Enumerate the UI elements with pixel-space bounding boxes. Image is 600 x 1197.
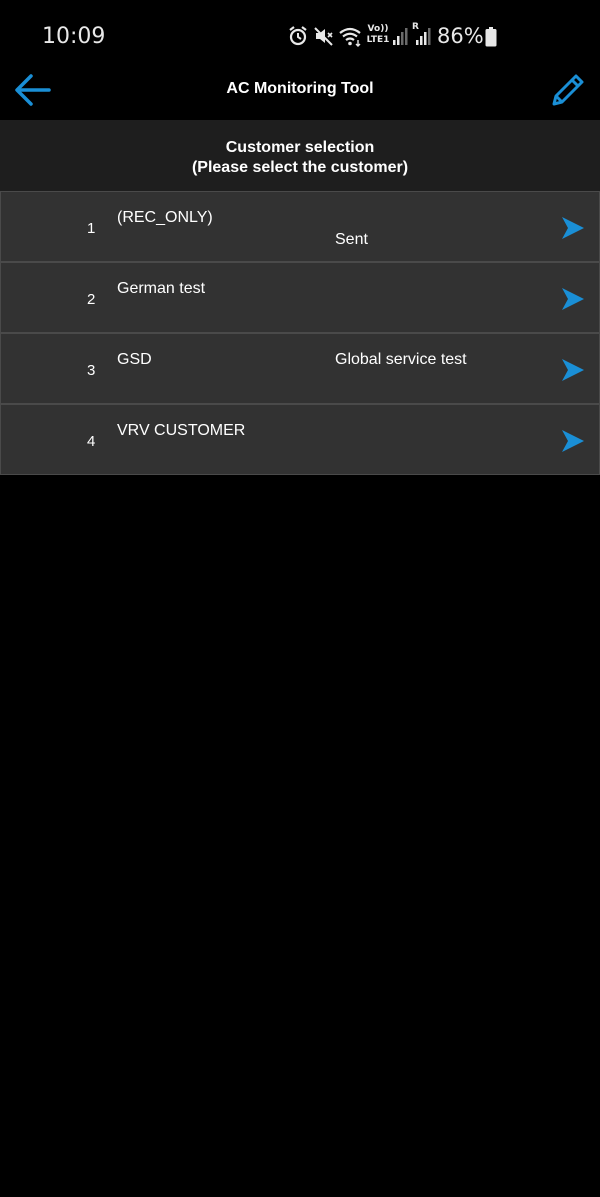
pencil-icon: [552, 74, 584, 106]
header-title: Customer selection: [225, 139, 375, 156]
section-header: Customer selection (Please select the cu…: [0, 120, 600, 191]
alarm-icon: [289, 26, 307, 46]
customer-index: 4: [87, 433, 96, 450]
app-bar: AC Monitoring Tool: [0, 60, 600, 120]
customer-index: 3: [87, 362, 96, 379]
volte-icon: Vo)) LTE1: [366, 24, 390, 45]
mute-icon: [314, 27, 333, 46]
battery-percentage: 86%: [437, 24, 484, 48]
roaming-signal-icon: [416, 28, 431, 45]
customer-index: 2: [87, 291, 96, 308]
customer-name: German test: [117, 280, 206, 297]
signal-icon: [393, 28, 408, 45]
customer-status: Sent: [335, 231, 368, 248]
customer-list: 1 (REC_ONLY) Sent 2 German test 3 GSD Gl…: [0, 191, 600, 475]
customer-name: (REC_ONLY): [117, 209, 213, 226]
battery-icon: [485, 27, 497, 47]
edit-button[interactable]: [546, 68, 590, 112]
customer-row-3[interactable]: 3 GSD Global service test: [0, 333, 600, 404]
chevron-right-icon: [562, 288, 584, 310]
chevron-right-icon: [562, 430, 584, 452]
customer-name: VRV CUSTOMER: [117, 422, 246, 439]
wifi-icon: [339, 27, 361, 47]
chevron-right-icon: [562, 359, 584, 381]
status-time: 10:09: [42, 24, 106, 49]
customer-note: Global service test: [335, 351, 467, 368]
customer-row-4[interactable]: 4 VRV CUSTOMER: [0, 404, 600, 475]
app-title: AC Monitoring Tool: [226, 80, 374, 97]
chevron-right-icon: [562, 217, 584, 239]
customer-row-2[interactable]: 2 German test: [0, 262, 600, 333]
customer-index: 1: [87, 220, 96, 237]
customer-row-1[interactable]: 1 (REC_ONLY) Sent: [0, 191, 600, 262]
customer-name: GSD: [117, 351, 152, 368]
header-subtitle: (Please select the customer): [191, 159, 409, 176]
